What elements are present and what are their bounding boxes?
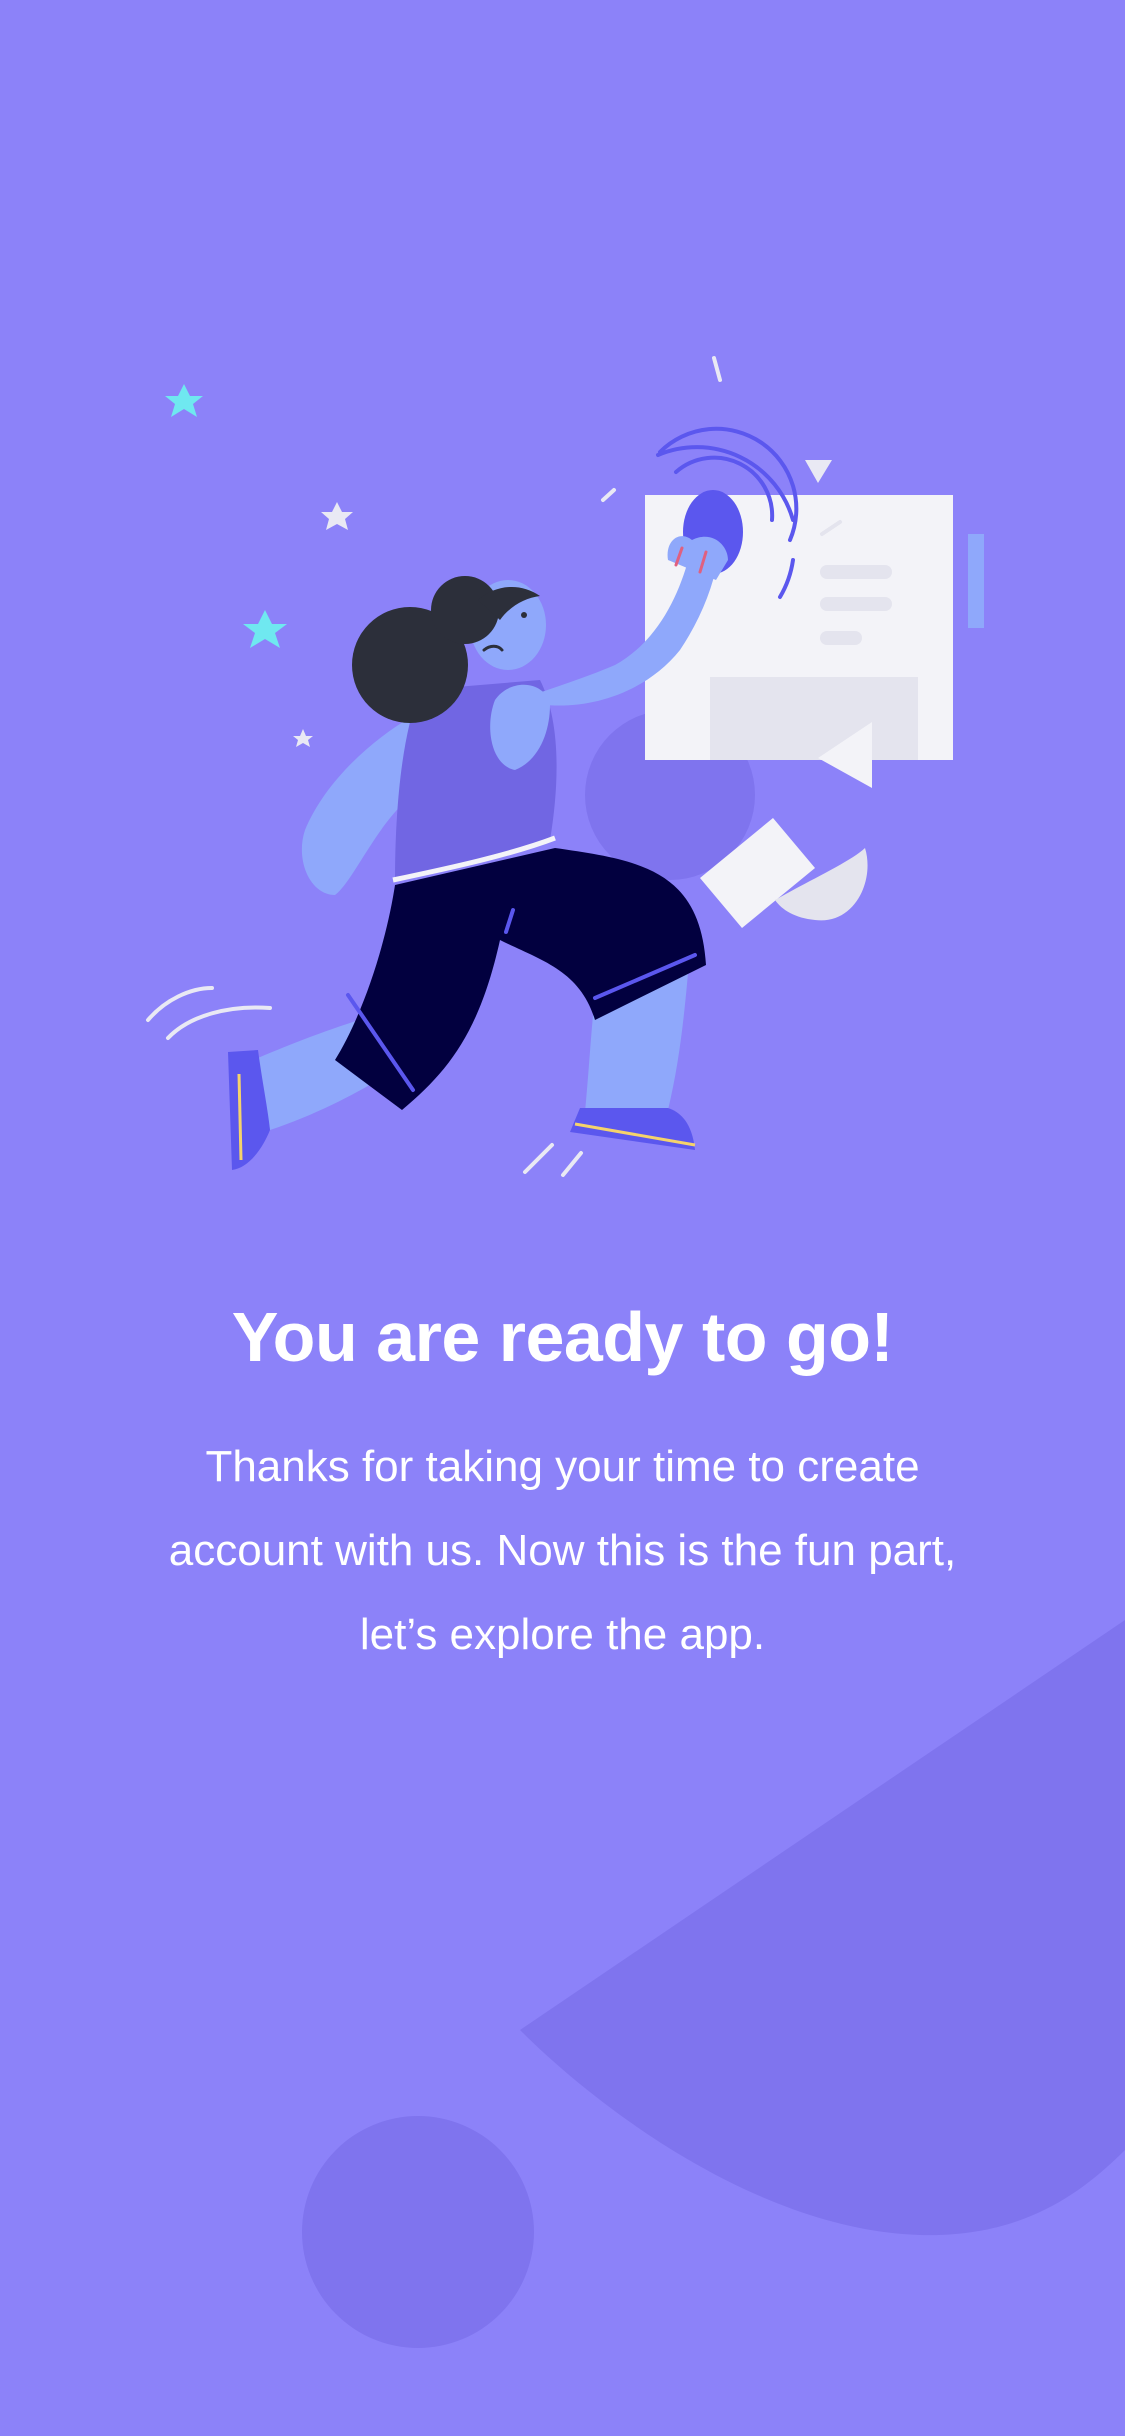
star-icon — [243, 610, 287, 648]
star-icon — [293, 729, 313, 747]
star-icon — [321, 502, 353, 530]
person-pressing-button-illustration — [146, 356, 984, 1177]
welcome-message: Thanks for taking your time to create ac… — [168, 1442, 957, 1659]
triangle-icon — [805, 460, 832, 483]
star-icon — [165, 384, 203, 417]
background-wave-shape — [520, 1620, 1125, 2236]
background-circle-shape — [302, 2116, 534, 2348]
page-title: You are ready to go! — [231, 1298, 894, 1376]
